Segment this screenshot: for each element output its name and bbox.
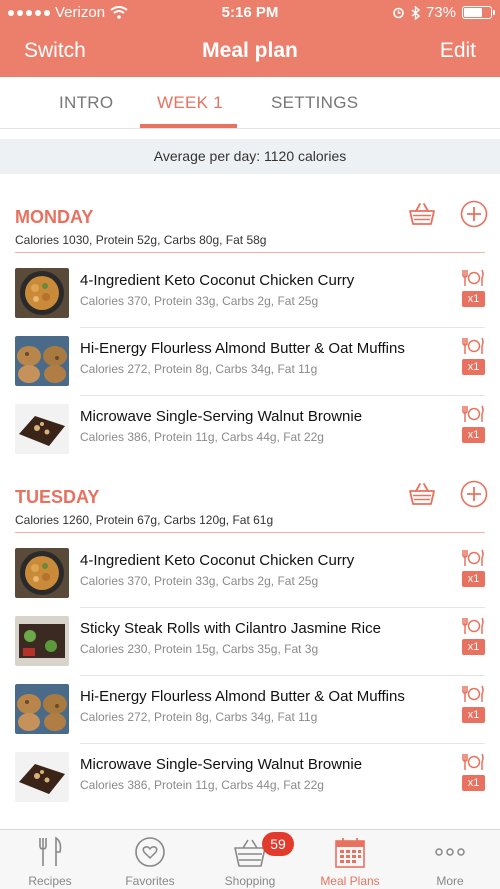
bottom-tab-bar: Recipes Favorites Shopping Meal Plans Mo… xyxy=(0,829,500,889)
meal-macros: Calories 370, Protein 33g, Carbs 2g, Fat… xyxy=(80,574,319,588)
tabbar-meal-plans[interactable]: Meal Plans xyxy=(300,830,400,889)
meal-photo xyxy=(15,336,69,386)
dining-icon[interactable] xyxy=(461,337,485,355)
tabbar-favorites[interactable]: Favorites xyxy=(100,830,200,889)
meal-row[interactable]: Sticky Steak Rolls with Cilantro Jasmine… xyxy=(0,608,500,676)
alarm-icon xyxy=(393,7,404,19)
meal-name: Sticky Steak Rolls with Cilantro Jasmine… xyxy=(80,620,381,637)
average-calories-banner: Average per day: 1120 calories xyxy=(0,139,500,174)
tab-intro[interactable]: INTRO xyxy=(59,93,113,113)
day-macros: Calories 1260, Protein 67g, Carbs 120g, … xyxy=(15,513,274,527)
meal-macros: Calories 230, Protein 15g, Carbs 35g, Fa… xyxy=(80,642,319,656)
meal-row[interactable]: Microwave Single-Serving Walnut Brownie … xyxy=(0,744,500,812)
shopping-count-badge: 59 xyxy=(262,832,294,856)
tab-settings[interactable]: SETTINGS xyxy=(271,93,358,113)
meal-photo xyxy=(15,684,69,734)
quantity-badge[interactable]: x1 xyxy=(462,639,485,655)
active-tab-indicator xyxy=(140,124,237,128)
meal-photo xyxy=(15,616,69,666)
basket-icon[interactable] xyxy=(408,482,436,506)
tabbar-more[interactable]: More xyxy=(400,830,500,889)
day-macros: Calories 1030, Protein 52g, Carbs 80g, F… xyxy=(15,233,267,247)
dining-icon[interactable] xyxy=(461,405,485,423)
quantity-badge[interactable]: x1 xyxy=(462,359,485,375)
ellipsis-icon xyxy=(435,848,465,856)
meal-macros: Calories 272, Protein 8g, Carbs 34g, Fat… xyxy=(80,362,318,376)
divider xyxy=(15,532,485,533)
meal-macros: Calories 272, Protein 8g, Carbs 34g, Fat… xyxy=(80,710,318,724)
battery-percent: 73% xyxy=(425,4,456,21)
meal-name: Microwave Single-Serving Walnut Brownie xyxy=(80,756,363,773)
quantity-badge[interactable]: x1 xyxy=(462,571,485,587)
day-title: TUESDAY xyxy=(15,487,100,507)
switch-button[interactable]: Switch xyxy=(24,39,86,63)
heart-icon xyxy=(135,837,165,867)
edit-button[interactable]: Edit xyxy=(440,39,476,63)
tabbar-label: Shopping xyxy=(224,874,276,888)
dining-icon[interactable] xyxy=(461,753,485,771)
meal-name: 4-Ingredient Keto Coconut Chicken Curry xyxy=(80,272,355,289)
meal-row[interactable]: 4-Ingredient Keto Coconut Chicken Curry … xyxy=(0,260,500,328)
quantity-badge[interactable]: x1 xyxy=(462,427,485,443)
meal-photo xyxy=(15,548,69,598)
meal-name: Microwave Single-Serving Walnut Brownie xyxy=(80,408,363,425)
tabbar-label: Recipes xyxy=(28,874,72,888)
meal-name: 4-Ingredient Keto Coconut Chicken Curry xyxy=(80,552,355,569)
add-meal-icon[interactable] xyxy=(460,480,488,508)
meal-photo xyxy=(15,752,69,802)
bluetooth-icon xyxy=(411,5,420,20)
meal-row[interactable]: Hi-Energy Flourless Almond Butter & Oat … xyxy=(0,676,500,744)
meal-row[interactable]: 4-Ingredient Keto Coconut Chicken Curry … xyxy=(0,540,500,608)
segment-tabs: INTRO WEEK 1 SETTINGS xyxy=(0,77,500,129)
meal-row[interactable]: Microwave Single-Serving Walnut Brownie … xyxy=(0,396,500,464)
status-bar: Verizon 5:16 PM 73% xyxy=(0,0,500,26)
day-header-monday: MONDAY Calories 1030, Protein 52g, Carbs… xyxy=(0,200,500,257)
tabbar-label: Favorites xyxy=(125,874,175,888)
divider xyxy=(15,252,485,253)
tab-week-1[interactable]: WEEK 1 xyxy=(157,93,223,113)
dining-icon[interactable] xyxy=(461,617,485,635)
meal-macros: Calories 386, Protein 11g, Carbs 44g, Fa… xyxy=(80,778,324,792)
dining-icon[interactable] xyxy=(461,549,485,567)
meal-photo xyxy=(15,268,69,318)
quantity-badge[interactable]: x1 xyxy=(462,291,485,307)
basket-icon[interactable] xyxy=(408,202,436,226)
meal-macros: Calories 386, Protein 11g, Carbs 44g, Fa… xyxy=(80,430,324,444)
quantity-badge[interactable]: x1 xyxy=(462,707,485,723)
fork-knife-icon xyxy=(39,836,62,866)
tabbar-label: More xyxy=(436,874,464,888)
meal-name: Hi-Energy Flourless Almond Butter & Oat … xyxy=(80,688,405,705)
quantity-badge[interactable]: x1 xyxy=(462,775,485,791)
meal-row[interactable]: Hi-Energy Flourless Almond Butter & Oat … xyxy=(0,328,500,396)
tabbar-label: Meal Plans xyxy=(320,874,380,888)
meal-photo xyxy=(15,404,69,454)
meal-macros: Calories 370, Protein 33g, Carbs 2g, Fat… xyxy=(80,294,319,308)
add-meal-icon[interactable] xyxy=(460,200,488,228)
app-header: Verizon 5:16 PM 73% Switch Meal plan Edi… xyxy=(0,0,500,77)
calendar-icon xyxy=(335,838,365,868)
dining-icon[interactable] xyxy=(461,269,485,287)
day-title: MONDAY xyxy=(15,207,94,227)
tabbar-recipes[interactable]: Recipes xyxy=(0,830,100,889)
dining-icon[interactable] xyxy=(461,685,485,703)
day-header-tuesday: TUESDAY Calories 1260, Protein 67g, Carb… xyxy=(0,480,500,537)
battery-icon xyxy=(462,6,495,19)
meal-name: Hi-Energy Flourless Almond Butter & Oat … xyxy=(80,340,405,357)
